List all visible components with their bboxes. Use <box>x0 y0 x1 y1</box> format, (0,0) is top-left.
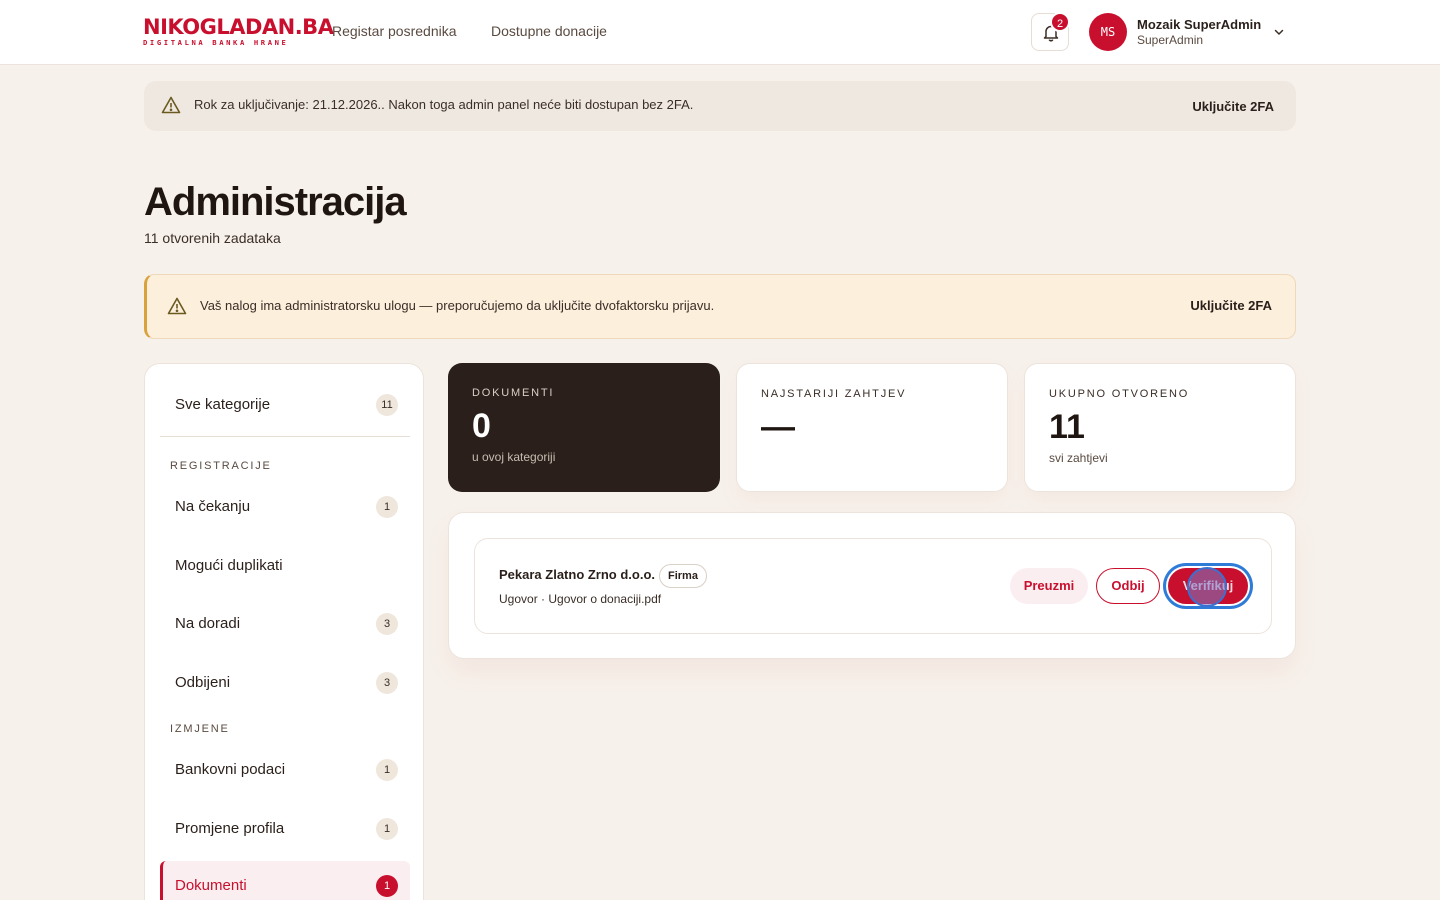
stat-label: UKUPNO OTVORENO <box>1049 388 1190 400</box>
sidebar-item-label: Mogući duplikati <box>175 557 283 574</box>
page-title: Administracija <box>144 180 407 224</box>
company-type-badge: Firma <box>659 564 707 588</box>
sidebar-item-label: Dokumenti <box>175 877 247 894</box>
sidebar-item-label: Bankovni podaci <box>175 761 286 778</box>
page-subtitle: 11 otvorenih zadataka <box>144 230 281 246</box>
count-badge: 11 <box>376 394 398 416</box>
document-row: Pekara Zlatno Zrno d.o.o. Firma Ugovor ·… <box>474 538 1272 634</box>
documents-panel: Pekara Zlatno Zrno d.o.o. Firma Ugovor ·… <box>448 512 1296 659</box>
download-button[interactable]: Preuzmi <box>1010 568 1088 604</box>
sidebar-item-all-categories[interactable]: Sve kategorije 11 <box>160 380 410 430</box>
user-role: SuperAdmin <box>1137 33 1204 47</box>
logo-tagline: DIGITALNA BANKA HRANE <box>143 38 289 47</box>
enable-2fa-button[interactable]: Uključite 2FA <box>1190 298 1272 313</box>
sidebar-item-odbijeni[interactable]: Odbijeni 3 <box>160 658 410 708</box>
sidebar-item-bankovni-podaci[interactable]: Bankovni podaci 1 <box>160 745 410 795</box>
nav-dostupne-donacije[interactable]: Dostupne donacije <box>491 23 607 39</box>
reject-button[interactable]: Odbij <box>1096 568 1160 604</box>
sidebar-item-moguci-duplikati[interactable]: Mogući duplikati <box>160 541 410 591</box>
stat-caption: svi zahtjevi <box>1049 451 1108 465</box>
sidebar-item-na-cekanju[interactable]: Na čekanju 1 <box>160 482 410 532</box>
stat-card-dokumenti: DOKUMENTI 0 u ovoj kategoriji <box>448 363 720 492</box>
document-company-name: Pekara Zlatno Zrno d.o.o. <box>499 567 656 582</box>
sidebar-item-promjene-profila[interactable]: Promjene profila 1 <box>160 804 410 854</box>
sidebar-item-label: Sve kategorije <box>175 396 271 413</box>
top-bar: NIKOGLADAN.BA DIGITALNA BANKA HRANE Regi… <box>0 0 1440 65</box>
admin-2fa-banner: Vaš nalog ima administratorsku ulogu — p… <box>144 274 1296 339</box>
deadline-text: Rok za uključivanje: 21.12.2026.. Nakon … <box>194 97 694 112</box>
divider <box>160 436 410 437</box>
warning-icon <box>161 96 181 114</box>
logo-part-a: NIKO <box>143 15 200 39</box>
warning-icon <box>167 297 187 315</box>
section-heading-registracije: REGISTRACIJE <box>170 460 272 472</box>
count-badge: 3 <box>376 613 398 635</box>
stat-caption: u ovoj kategoriji <box>472 450 556 464</box>
count-badge: 1 <box>376 875 398 897</box>
document-meta: Ugovor · Ugovor o donaciji.pdf <box>499 592 662 606</box>
stat-value: 0 <box>472 407 491 445</box>
stat-card-najstariji-zahtjev: NAJSTARIJI ZAHTJEV — <box>736 363 1008 492</box>
sidebar-item-label: Na čekanju <box>175 498 251 515</box>
twofa-deadline-banner: Rok za uključivanje: 21.12.2026.. Nakon … <box>144 81 1296 131</box>
category-sidebar: Sve kategorije 11 REGISTRACIJE Na čekanj… <box>144 363 424 900</box>
chevron-down-icon[interactable] <box>1273 26 1285 38</box>
section-heading-izmjene: IZMJENE <box>170 723 230 735</box>
enable-2fa-link[interactable]: Uključite 2FA <box>1192 99 1274 114</box>
count-badge: 1 <box>376 496 398 518</box>
sidebar-item-label: Odbijeni <box>175 674 231 691</box>
stat-value: — <box>761 408 795 446</box>
count-badge: 1 <box>376 759 398 781</box>
notification-badge: 2 <box>1050 12 1070 32</box>
count-badge: 1 <box>376 818 398 840</box>
sidebar-item-label: Na doradi <box>175 615 241 632</box>
stat-card-ukupno-otvoreno: UKUPNO OTVORENO 11 svi zahtjevi <box>1024 363 1296 492</box>
verify-button[interactable]: Verifikuj <box>1168 568 1248 604</box>
sidebar-item-label: Promjene profila <box>175 820 285 837</box>
sidebar-item-dokumenti[interactable]: Dokumenti 1 <box>160 861 410 900</box>
count-badge: 3 <box>376 672 398 694</box>
avatar[interactable]: MS <box>1089 13 1127 51</box>
stat-label: NAJSTARIJI ZAHTJEV <box>761 388 907 400</box>
logo-part-b: GLADAN.BA <box>199 15 334 39</box>
user-name[interactable]: Mozaik SuperAdmin <box>1137 17 1261 32</box>
logo-wordmark: NIKOGLADAN.BA <box>143 15 334 39</box>
admin-banner-text: Vaš nalog ima administratorsku ulogu — p… <box>200 298 715 313</box>
stat-label: DOKUMENTI <box>472 387 555 399</box>
stat-value: 11 <box>1049 408 1085 446</box>
logo[interactable]: NIKOGLADAN.BA DIGITALNA BANKA HRANE <box>143 15 334 47</box>
sidebar-item-na-doradi[interactable]: Na doradi 3 <box>160 599 410 649</box>
nav-registar-posrednika[interactable]: Registar posrednika <box>332 23 457 39</box>
